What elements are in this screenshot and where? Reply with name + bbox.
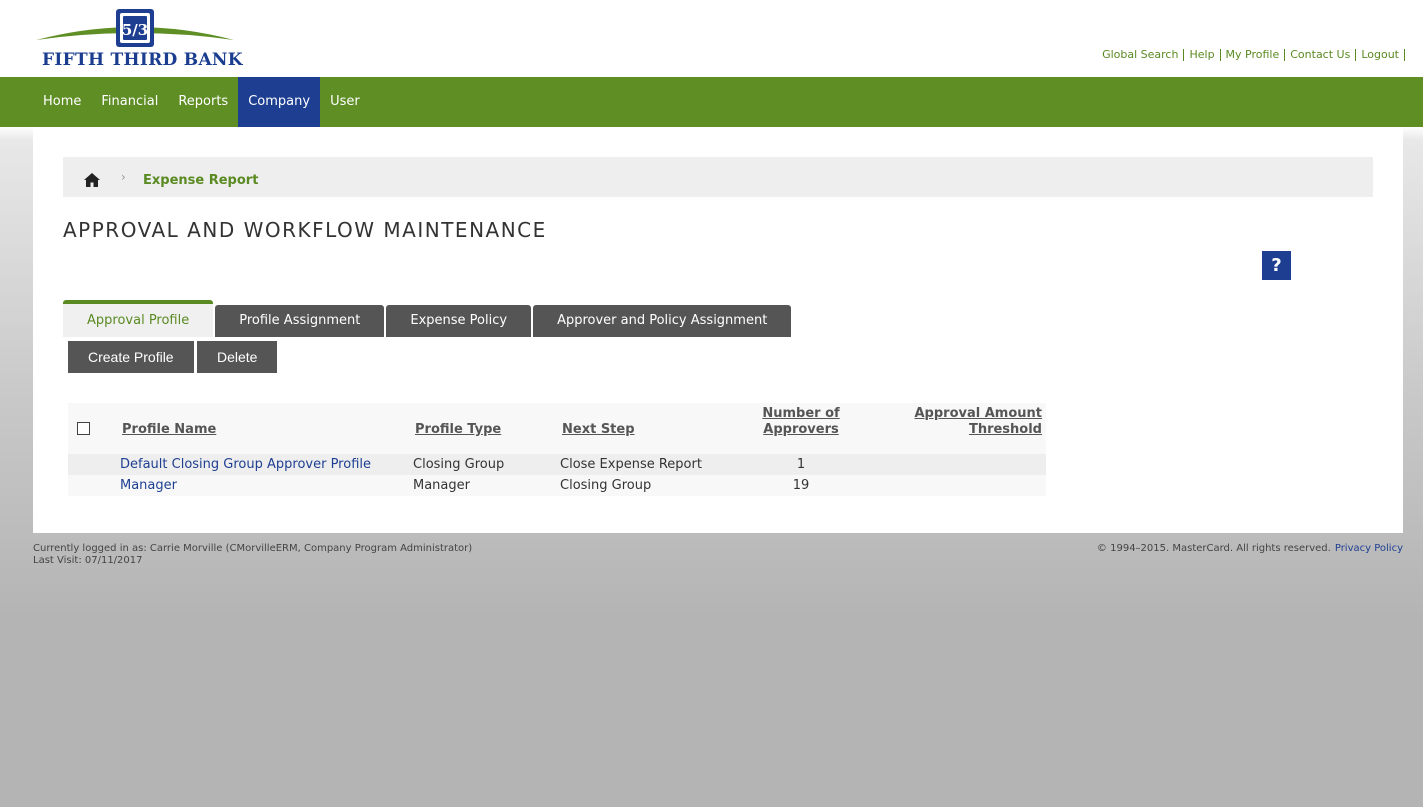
breadcrumb-current: Expense Report [143, 173, 259, 188]
delete-button[interactable]: Delete [197, 341, 278, 373]
header-profile-type[interactable]: Profile Type [415, 422, 501, 438]
table-row: Manager Manager Closing Group 19 [68, 475, 1046, 496]
approval-profile-table: Profile Name Profile Type Next Step Numb… [68, 403, 1046, 496]
fifth-third-logo[interactable]: 5/3 FIFTH THIRD BANK [34, 8, 243, 70]
header-next-step[interactable]: Next Step [562, 422, 635, 438]
page-title: APPROVAL AND WORKFLOW MAINTENANCE [63, 218, 547, 242]
header-number-of-approvers[interactable]: Number of Approvers [748, 406, 854, 438]
nav-company[interactable]: Company [238, 77, 321, 127]
utility-links: Global Search Help My Profile Contact Us… [1097, 49, 1405, 61]
main-nav: Home Financial Reports Company User [0, 77, 1423, 127]
home-icon[interactable] [83, 172, 101, 188]
breadcrumb: › Expense Report [63, 157, 1373, 197]
approvers-count-cell: 19 [792, 478, 810, 493]
header-approvers-line2: Approvers [763, 422, 839, 437]
table-header: Profile Name Profile Type Next Step Numb… [68, 403, 1046, 454]
header-threshold-line2: Threshold [968, 422, 1042, 437]
contact-us-link[interactable]: Contact Us [1285, 49, 1357, 61]
logo-swoosh: 5/3 [36, 9, 234, 47]
approvers-count-cell: 1 [796, 457, 806, 472]
svg-text:5/3: 5/3 [122, 21, 148, 39]
profile-name-link[interactable]: Default Closing Group Approver Profile [120, 456, 371, 473]
privacy-policy-link[interactable]: Privacy Policy [1335, 543, 1403, 554]
global-search-link[interactable]: Global Search [1097, 49, 1185, 61]
session-info: Currently logged in as: Carrie Morville … [33, 543, 472, 567]
tab-expense-policy[interactable]: Expense Policy [386, 305, 532, 337]
nav-financial[interactable]: Financial [91, 77, 168, 127]
nav-home[interactable]: Home [33, 77, 91, 127]
table-row: Default Closing Group Approver Profile C… [68, 454, 1046, 475]
logout-link[interactable]: Logout [1356, 49, 1405, 61]
logo-text: FIFTH THIRD BANK [42, 50, 243, 70]
create-profile-button[interactable]: Create Profile [68, 341, 194, 373]
select-all-checkbox[interactable] [77, 422, 90, 435]
header-approvers-line1: Number of [762, 406, 840, 421]
header-approval-threshold[interactable]: Approval Amount Threshold [868, 406, 1042, 438]
header-threshold-line1: Approval Amount [914, 406, 1042, 421]
header: 5/3 FIFTH THIRD BANK Global Search Help … [0, 0, 1423, 77]
profile-name-link[interactable]: Manager [120, 477, 177, 494]
header-profile-name[interactable]: Profile Name [122, 422, 216, 438]
content-panel: › Expense Report APPROVAL AND WORKFLOW M… [33, 127, 1403, 533]
nav-user[interactable]: User [320, 77, 370, 127]
next-step-cell: Close Expense Report [560, 457, 702, 472]
help-link[interactable]: Help [1184, 49, 1221, 61]
tab-approval-profile[interactable]: Approval Profile [63, 300, 214, 337]
profile-type-cell: Manager [413, 478, 470, 493]
copyright-bar: © 1994–2015. MasterCard. All rights rese… [1097, 543, 1403, 554]
logged-in-text: Currently logged in as: Carrie Morville … [33, 543, 473, 554]
help-button[interactable]: ? [1262, 251, 1291, 280]
copyright-text: © 1994–2015. MasterCard. All rights rese… [1096, 543, 1331, 554]
my-profile-link[interactable]: My Profile [1221, 49, 1286, 61]
nav-reports[interactable]: Reports [168, 77, 238, 127]
last-visit-text: Last Visit: 07/11/2017 [33, 555, 143, 566]
tab-profile-assignment[interactable]: Profile Assignment [215, 305, 385, 337]
profile-type-cell: Closing Group [413, 457, 505, 472]
next-step-cell: Closing Group [560, 478, 652, 493]
breadcrumb-separator: › [121, 170, 126, 184]
tab-approver-policy-assignment[interactable]: Approver and Policy Assignment [533, 305, 792, 337]
tab-bar: Approval Profile Profile Assignment Expe… [63, 300, 793, 337]
